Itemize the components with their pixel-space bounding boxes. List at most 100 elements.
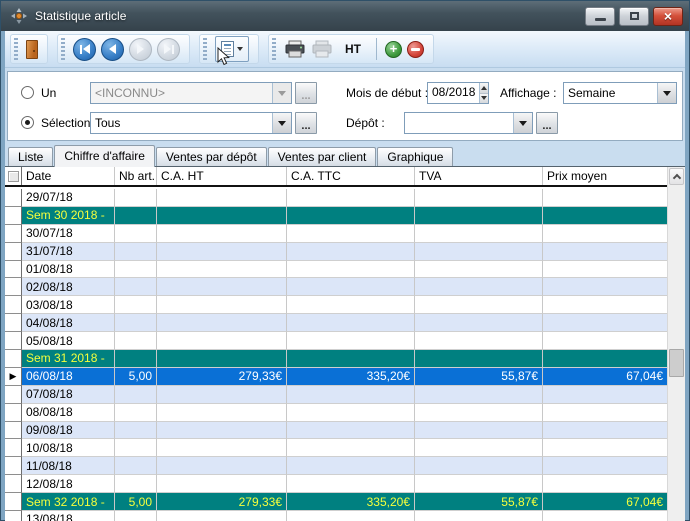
print-button[interactable] (284, 40, 306, 58)
table-row[interactable]: ▶06/08/185,00279,33€335,20€55,87€67,04€ (5, 368, 667, 386)
cell-value[interactable] (287, 278, 415, 296)
cell-value[interactable] (287, 422, 415, 440)
cell-value[interactable] (115, 475, 157, 493)
column-header-1[interactable]: Nb art. (115, 167, 157, 185)
cell-date[interactable]: 11/08/18 (22, 457, 115, 475)
cell-value[interactable] (287, 332, 415, 350)
table-row[interactable]: 02/08/18 (5, 278, 667, 296)
cell-value[interactable] (115, 314, 157, 332)
cell-value[interactable] (543, 243, 667, 261)
cell-date[interactable]: 31/07/18 (22, 243, 115, 261)
cell-date[interactable]: Sem 31 2018 - (22, 350, 115, 368)
cell-value[interactable] (157, 314, 287, 332)
cell-value[interactable] (415, 511, 543, 521)
vertical-scrollbar[interactable] (667, 167, 685, 521)
cell-value[interactable] (287, 386, 415, 404)
selection-select[interactable]: Tous (90, 112, 292, 134)
cell-value[interactable] (543, 386, 667, 404)
row-selector-cell[interactable] (5, 511, 22, 521)
cell-value[interactable] (287, 225, 415, 243)
column-header-4[interactable]: TVA (415, 167, 543, 185)
row-selector-cell[interactable] (5, 314, 22, 332)
cell-value[interactable] (157, 207, 287, 225)
month-value[interactable]: 08/2018 (428, 83, 479, 103)
cell-value[interactable] (287, 350, 415, 368)
table-row[interactable]: 09/08/18 (5, 422, 667, 440)
exit-button[interactable] (26, 40, 38, 59)
row-selector-cell[interactable] (5, 439, 22, 457)
row-selector-cell[interactable] (5, 422, 22, 440)
cell-date[interactable]: Sem 32 2018 - (22, 493, 115, 511)
select-all-cell[interactable] (5, 167, 22, 185)
cell-value[interactable]: 279,33€ (157, 493, 287, 511)
cell-value[interactable] (543, 296, 667, 314)
cell-value[interactable] (287, 296, 415, 314)
cell-value[interactable] (543, 422, 667, 440)
maximize-button[interactable] (619, 7, 649, 26)
cell-value[interactable] (157, 439, 287, 457)
cell-value[interactable] (287, 207, 415, 225)
tab-ventes-par-client[interactable]: Ventes par client (268, 147, 377, 166)
tab-chiffre-d-affaire[interactable]: Chiffre d'affaire (54, 145, 155, 167)
cell-value[interactable] (115, 225, 157, 243)
week-summary-row[interactable]: Sem 32 2018 -5,00279,33€335,20€55,87€67,… (5, 493, 667, 511)
minimize-button[interactable] (585, 7, 615, 26)
cell-value[interactable] (287, 314, 415, 332)
radio-un[interactable] (21, 86, 34, 99)
chevron-down-icon[interactable] (272, 113, 291, 133)
cell-date[interactable]: 05/08/18 (22, 332, 115, 350)
row-selector-cell[interactable] (5, 278, 22, 296)
table-row[interactable]: 05/08/18 (5, 332, 667, 350)
table-row[interactable]: 30/07/18 (5, 225, 667, 243)
cell-date[interactable]: 30/07/18 (22, 225, 115, 243)
row-selector-cell[interactable] (5, 350, 22, 368)
cell-value[interactable] (157, 189, 287, 207)
column-header-3[interactable]: C.A. TTC (287, 167, 415, 185)
cell-value[interactable] (115, 261, 157, 279)
toolbar-grip[interactable] (272, 38, 276, 60)
cell-value[interactable] (543, 314, 667, 332)
cell-value[interactable] (543, 189, 667, 207)
cell-date[interactable]: 03/08/18 (22, 296, 115, 314)
cell-date[interactable]: 10/08/18 (22, 439, 115, 457)
chevron-down-icon[interactable] (513, 113, 532, 133)
toolbar-grip[interactable] (61, 38, 65, 60)
row-selector-cell[interactable] (5, 386, 22, 404)
row-selector-cell[interactable] (5, 493, 22, 511)
cell-value[interactable]: 67,04€ (543, 368, 667, 386)
cell-value[interactable] (415, 314, 543, 332)
cell-value[interactable] (415, 296, 543, 314)
cell-value[interactable] (115, 404, 157, 422)
cell-value[interactable] (115, 296, 157, 314)
cell-value[interactable] (157, 475, 287, 493)
cell-value[interactable] (415, 243, 543, 261)
cell-value[interactable] (115, 350, 157, 368)
tab-ventes-par-d-p-t[interactable]: Ventes par dépôt (156, 147, 267, 166)
cell-value[interactable] (543, 278, 667, 296)
depot-select[interactable] (404, 112, 533, 134)
table-row[interactable]: 08/08/18 (5, 404, 667, 422)
cell-value[interactable] (287, 475, 415, 493)
table-row[interactable]: 13/08/18 (5, 511, 667, 521)
radio-selection[interactable] (21, 116, 34, 129)
month-spinner[interactable]: 08/2018 (427, 82, 489, 104)
cell-date[interactable]: 06/08/18 (22, 368, 115, 386)
spin-down-icon[interactable] (480, 94, 488, 104)
week-summary-row[interactable]: Sem 30 2018 - (5, 207, 667, 225)
table-row[interactable]: 29/07/18 (5, 189, 667, 207)
cell-value[interactable]: 55,87€ (415, 493, 543, 511)
cell-value[interactable] (543, 475, 667, 493)
row-selector-cell[interactable] (5, 475, 22, 493)
cell-value[interactable] (543, 457, 667, 475)
cell-value[interactable] (415, 422, 543, 440)
spin-up-icon[interactable] (480, 83, 488, 94)
cell-date[interactable]: 02/08/18 (22, 278, 115, 296)
cell-value[interactable] (415, 350, 543, 368)
cell-value[interactable] (543, 225, 667, 243)
cell-value[interactable] (415, 475, 543, 493)
add-button[interactable]: + (385, 41, 402, 58)
cell-date[interactable]: 12/08/18 (22, 475, 115, 493)
close-button[interactable]: × (653, 7, 683, 26)
cell-value[interactable] (415, 278, 543, 296)
cell-value[interactable] (543, 332, 667, 350)
